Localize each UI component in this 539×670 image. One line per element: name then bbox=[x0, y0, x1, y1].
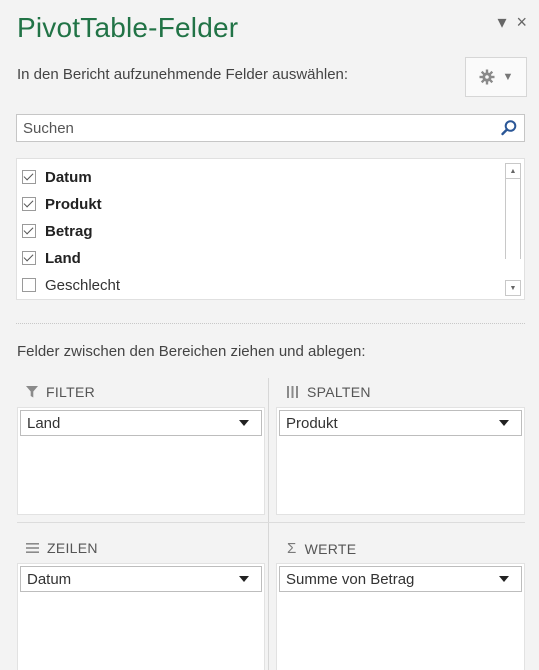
area-column-divider bbox=[268, 378, 269, 670]
field-item-geschlecht[interactable]: Geschlecht bbox=[22, 273, 120, 297]
scrollbar-thumb[interactable] bbox=[505, 179, 521, 259]
sigma-icon: Σ bbox=[287, 540, 297, 557]
rows-field-value: Datum bbox=[27, 570, 72, 588]
field-list: Datum Produkt Betrag Land Geschlecht ▲ ▼ bbox=[16, 158, 525, 300]
field-item-datum[interactable]: Datum bbox=[22, 165, 92, 189]
field-label: Produkt bbox=[45, 195, 102, 213]
rows-icon bbox=[26, 543, 39, 553]
scrollbar-track[interactable] bbox=[505, 259, 521, 280]
gear-icon bbox=[479, 69, 495, 85]
chevron-down-icon[interactable] bbox=[499, 420, 509, 426]
pane-title: PivotTable-Felder bbox=[17, 12, 239, 43]
field-checkbox-produkt[interactable] bbox=[22, 197, 36, 211]
field-item-betrag[interactable]: Betrag bbox=[22, 219, 93, 243]
field-label: Geschlecht bbox=[45, 276, 121, 294]
tools-settings-button[interactable]: ▼ bbox=[465, 57, 527, 97]
areas-instruction: Felder zwischen den Bereichen ziehen und… bbox=[17, 343, 366, 360]
values-field-value: Summe von Betrag bbox=[286, 570, 415, 588]
filter-field-dropdown[interactable]: Land bbox=[20, 410, 262, 436]
field-checkbox-geschlecht[interactable] bbox=[22, 278, 36, 292]
field-item-land[interactable]: Land bbox=[22, 246, 81, 270]
search-field[interactable] bbox=[16, 114, 525, 142]
search-input[interactable] bbox=[17, 115, 499, 141]
field-list-scrollbar[interactable]: ▲ ▼ bbox=[505, 163, 521, 296]
chevron-down-icon[interactable] bbox=[499, 576, 509, 582]
field-checkbox-datum[interactable] bbox=[22, 170, 36, 184]
columns-icon bbox=[287, 386, 298, 398]
columns-field-dropdown[interactable]: Produkt bbox=[279, 410, 522, 436]
columns-area-box[interactable]: Produkt bbox=[276, 407, 525, 515]
field-label: Datum bbox=[45, 168, 92, 186]
rows-area-box[interactable]: Datum bbox=[17, 563, 265, 670]
values-area-box[interactable]: Summe von Betrag bbox=[276, 563, 525, 670]
chevron-down-icon: ▼ bbox=[502, 71, 514, 83]
close-icon[interactable]: × bbox=[516, 12, 527, 33]
chevron-down-icon[interactable] bbox=[239, 576, 249, 582]
field-label: Betrag bbox=[45, 222, 93, 240]
filter-area-label: FILTER bbox=[46, 384, 95, 400]
field-selection-instruction: In den Bericht aufzunehmende Felder ausw… bbox=[17, 66, 349, 83]
scroll-up-icon[interactable]: ▲ bbox=[505, 163, 521, 179]
values-field-dropdown[interactable]: Summe von Betrag bbox=[279, 566, 522, 592]
rows-area-header: ZEILEN bbox=[26, 540, 98, 556]
values-area-label: WERTE bbox=[304, 540, 357, 557]
search-icon[interactable] bbox=[500, 119, 518, 137]
columns-area-label: SPALTEN bbox=[307, 384, 371, 400]
field-item-produkt[interactable]: Produkt bbox=[22, 192, 102, 216]
columns-area-header: SPALTEN bbox=[287, 384, 371, 400]
pane-options-dropdown-icon[interactable]: ▾ bbox=[497, 12, 506, 33]
filter-area-box[interactable]: Land bbox=[17, 407, 265, 515]
filter-icon bbox=[26, 386, 38, 398]
values-area-header: Σ WERTE bbox=[287, 540, 356, 557]
rows-area-label: ZEILEN bbox=[47, 540, 98, 556]
section-divider bbox=[16, 323, 525, 324]
filter-area-header: FILTER bbox=[26, 384, 95, 400]
field-checkbox-land[interactable] bbox=[22, 251, 36, 265]
scroll-down-icon[interactable]: ▼ bbox=[505, 280, 521, 296]
field-label: Land bbox=[45, 249, 81, 267]
columns-field-value: Produkt bbox=[286, 414, 338, 432]
rows-field-dropdown[interactable]: Datum bbox=[20, 566, 262, 592]
window-controls: ▾ × bbox=[497, 12, 527, 33]
field-checkbox-betrag[interactable] bbox=[22, 224, 36, 238]
area-row-divider bbox=[17, 522, 525, 523]
filter-field-value: Land bbox=[27, 414, 61, 432]
chevron-down-icon[interactable] bbox=[239, 420, 249, 426]
